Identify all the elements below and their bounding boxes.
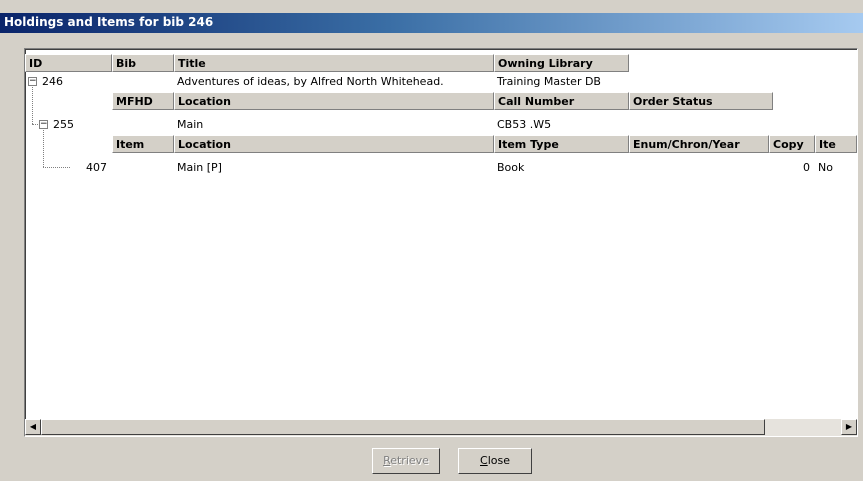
tree-connector (43, 130, 44, 167)
close-label: lose (487, 454, 510, 467)
tree-connector (43, 167, 70, 168)
retrieve-label: etrieve (390, 454, 429, 467)
header-bib[interactable]: Bib (112, 54, 174, 72)
item-status[interactable]: No (815, 159, 857, 177)
window-titlebar: Holdings and Items for bib 246 (0, 13, 863, 33)
collapse-toggle-mfhd[interactable]: − (39, 120, 48, 129)
scroll-right-button[interactable]: ▶ (841, 419, 857, 435)
horizontal-scrollbar[interactable]: ◀ ▶ (25, 419, 857, 436)
header-owning-library[interactable]: Owning Library (494, 54, 629, 72)
holdings-tree-grid[interactable]: ID Bib Title Owning Library − 246 Advent… (24, 48, 858, 437)
header-item-type[interactable]: Item Type (494, 135, 629, 153)
close-button[interactable]: Close (458, 448, 532, 474)
header-call-number[interactable]: Call Number (494, 92, 629, 110)
scroll-left-button[interactable]: ◀ (25, 419, 41, 435)
header-id[interactable]: ID (25, 54, 112, 72)
header-item[interactable]: Item (112, 135, 174, 153)
mfhd-id[interactable]: 255 (50, 116, 110, 134)
header-item-status[interactable]: Ite (815, 135, 857, 153)
mfhd-location[interactable]: Main (174, 116, 494, 134)
tree-connector (32, 87, 33, 124)
collapse-toggle-bib[interactable]: − (28, 77, 37, 86)
header-copy[interactable]: Copy (769, 135, 815, 153)
header-enum-chron-year[interactable]: Enum/Chron/Year (629, 135, 769, 153)
item-id[interactable]: 407 (75, 159, 111, 177)
close-accel: C (480, 454, 488, 467)
scroll-thumb[interactable] (41, 419, 765, 435)
mfhd-call-number[interactable]: CB53 .W5 (494, 116, 629, 134)
header-title[interactable]: Title (174, 54, 494, 72)
item-location[interactable]: Main [P] (174, 159, 494, 177)
bib-id[interactable]: 246 (39, 73, 99, 91)
tree-connector (32, 124, 38, 125)
window-title: Holdings and Items for bib 246 (4, 15, 214, 29)
header-order-status[interactable]: Order Status (629, 92, 773, 110)
header-mfhd-location[interactable]: Location (174, 92, 494, 110)
item-copy[interactable]: 0 (769, 159, 813, 177)
bib-owning-library[interactable]: Training Master DB (494, 73, 629, 91)
header-mfhd[interactable]: MFHD (112, 92, 174, 110)
retrieve-button[interactable]: Retrieve (372, 448, 440, 474)
item-type[interactable]: Book (494, 159, 629, 177)
header-item-location[interactable]: Location (174, 135, 494, 153)
bib-title[interactable]: Adventures of ideas, by Alfred North Whi… (174, 73, 494, 91)
